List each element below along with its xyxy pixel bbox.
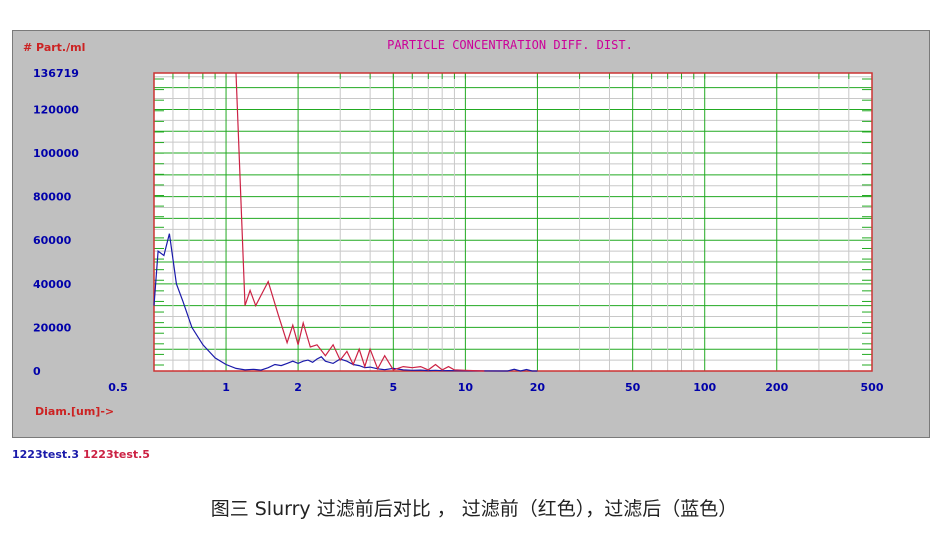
chart-panel: # Part./ml PARTICLE CONCENTRATION DIFF. …: [12, 30, 930, 438]
x-tick-label: 20: [530, 381, 546, 394]
y-tick-label: 0: [33, 365, 41, 378]
x-tick-label: 500: [861, 381, 884, 394]
chart-svg: # Part./ml PARTICLE CONCENTRATION DIFF. …: [23, 38, 884, 418]
y-tick-label: 100000: [33, 147, 79, 160]
x-tick-label: 50: [625, 381, 641, 394]
figure-caption: 图三 Slurry 过滤前后对比 ， 过滤前（红色），过滤后（蓝色）: [210, 498, 738, 520]
y-tick-label: 120000: [33, 103, 79, 116]
legend-entry-1223test-3: 1223test.3: [12, 448, 79, 461]
legend-entry-1223test-5: 1223test.5: [82, 448, 150, 461]
x-tick-label: 200: [765, 381, 788, 394]
x-axis-label: Diam.[um]->: [35, 405, 114, 418]
x-tick-label: 1: [222, 381, 230, 394]
y-tick-label: 20000: [33, 321, 72, 334]
y-tick-label: 60000: [33, 234, 72, 247]
legend: 1223test.3 1223test.5: [12, 448, 154, 461]
y-tick-label: 40000: [33, 278, 72, 291]
x-tick-label: 10: [458, 381, 474, 394]
x-tick-label: 100: [693, 381, 716, 394]
x-tick-label: 0.5: [108, 381, 128, 394]
x-tick-label: 2: [294, 381, 302, 394]
chart-title: PARTICLE CONCENTRATION DIFF. DIST.: [387, 38, 633, 52]
y-tick-label: 136719: [33, 67, 79, 80]
x-tick-label: 5: [390, 381, 398, 394]
plot-area: [154, 73, 872, 371]
y-axis-label: # Part./ml: [23, 41, 85, 54]
y-tick-label: 80000: [33, 191, 72, 204]
